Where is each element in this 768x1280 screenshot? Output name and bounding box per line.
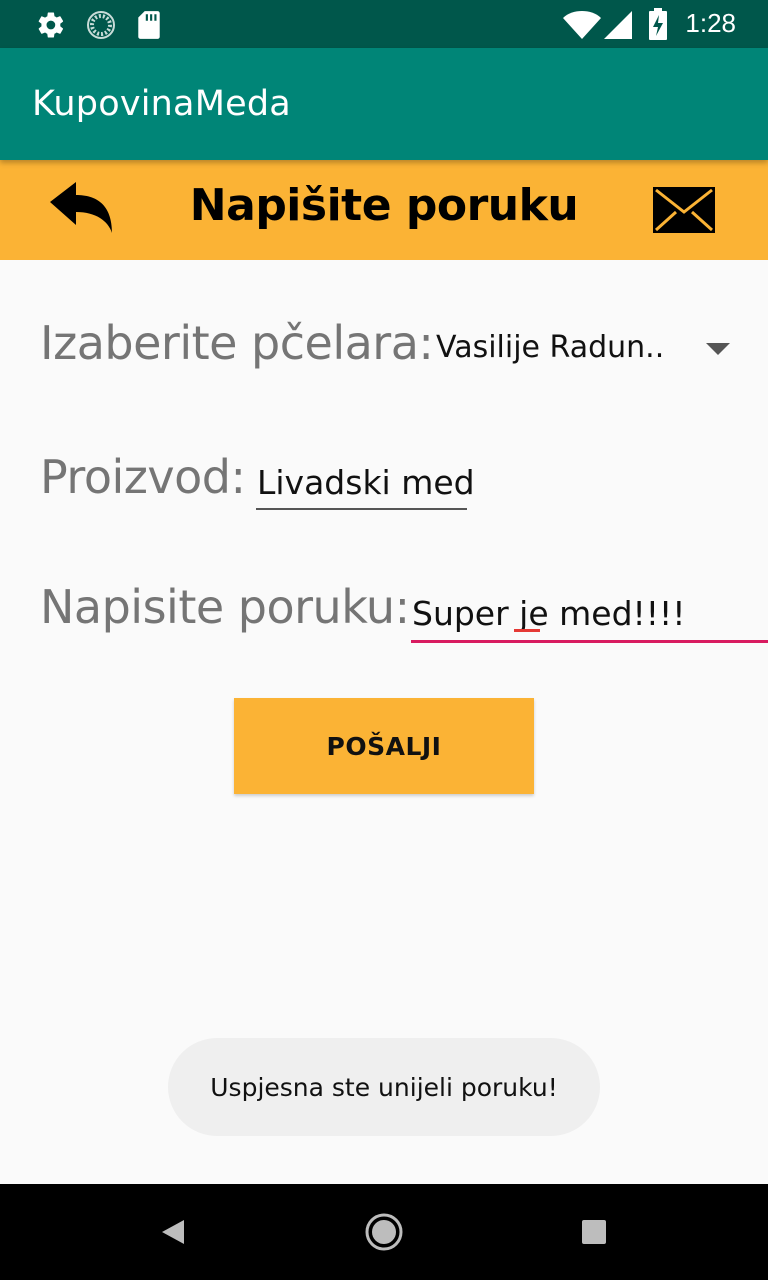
status-bar: 1:28 <box>0 0 768 48</box>
spellcheck-underline <box>514 629 540 632</box>
beekeeper-label: Izaberite pčelara: <box>40 316 434 370</box>
sync-icon <box>86 10 116 44</box>
status-time: 1:28 <box>685 8 736 38</box>
app-title: KupovinaMeda <box>32 84 291 124</box>
beekeeper-selected: Vasilije Radun.. <box>436 330 665 365</box>
nav-home-button[interactable] <box>362 1210 406 1254</box>
battery-charging-icon <box>648 8 668 44</box>
signal-icon <box>604 10 634 44</box>
send-button[interactable]: POŠALJI <box>234 698 534 794</box>
message-value: Super je med!!!! <box>412 594 686 633</box>
nav-bar <box>0 1184 768 1280</box>
home-circle-icon <box>362 1213 406 1258</box>
app-bar: KupovinaMeda <box>0 48 768 160</box>
envelope-icon <box>652 187 716 238</box>
message-underline <box>411 640 768 643</box>
product-underline <box>256 508 467 510</box>
recents-square-icon <box>572 1220 616 1258</box>
screen: 1:28 KupovinaMeda Napišite poruku Izaber… <box>0 0 768 1280</box>
nav-back-button[interactable] <box>152 1210 196 1254</box>
header-strip: Napišite poruku <box>0 160 768 260</box>
mail-button[interactable] <box>652 186 718 236</box>
wifi-icon <box>562 10 602 44</box>
product-value: Livadski med <box>257 463 475 502</box>
product-label: Proizvod: <box>40 450 246 504</box>
nav-recents-button[interactable] <box>572 1210 616 1254</box>
sd-card-icon <box>136 10 162 44</box>
dropdown-arrow-icon <box>706 343 730 355</box>
back-triangle-icon <box>152 1220 196 1258</box>
message-label: Napisite poruku: <box>40 580 410 634</box>
gear-icon <box>36 10 66 44</box>
toast-message: Uspjesna ste unijeli poruku! <box>168 1038 600 1136</box>
